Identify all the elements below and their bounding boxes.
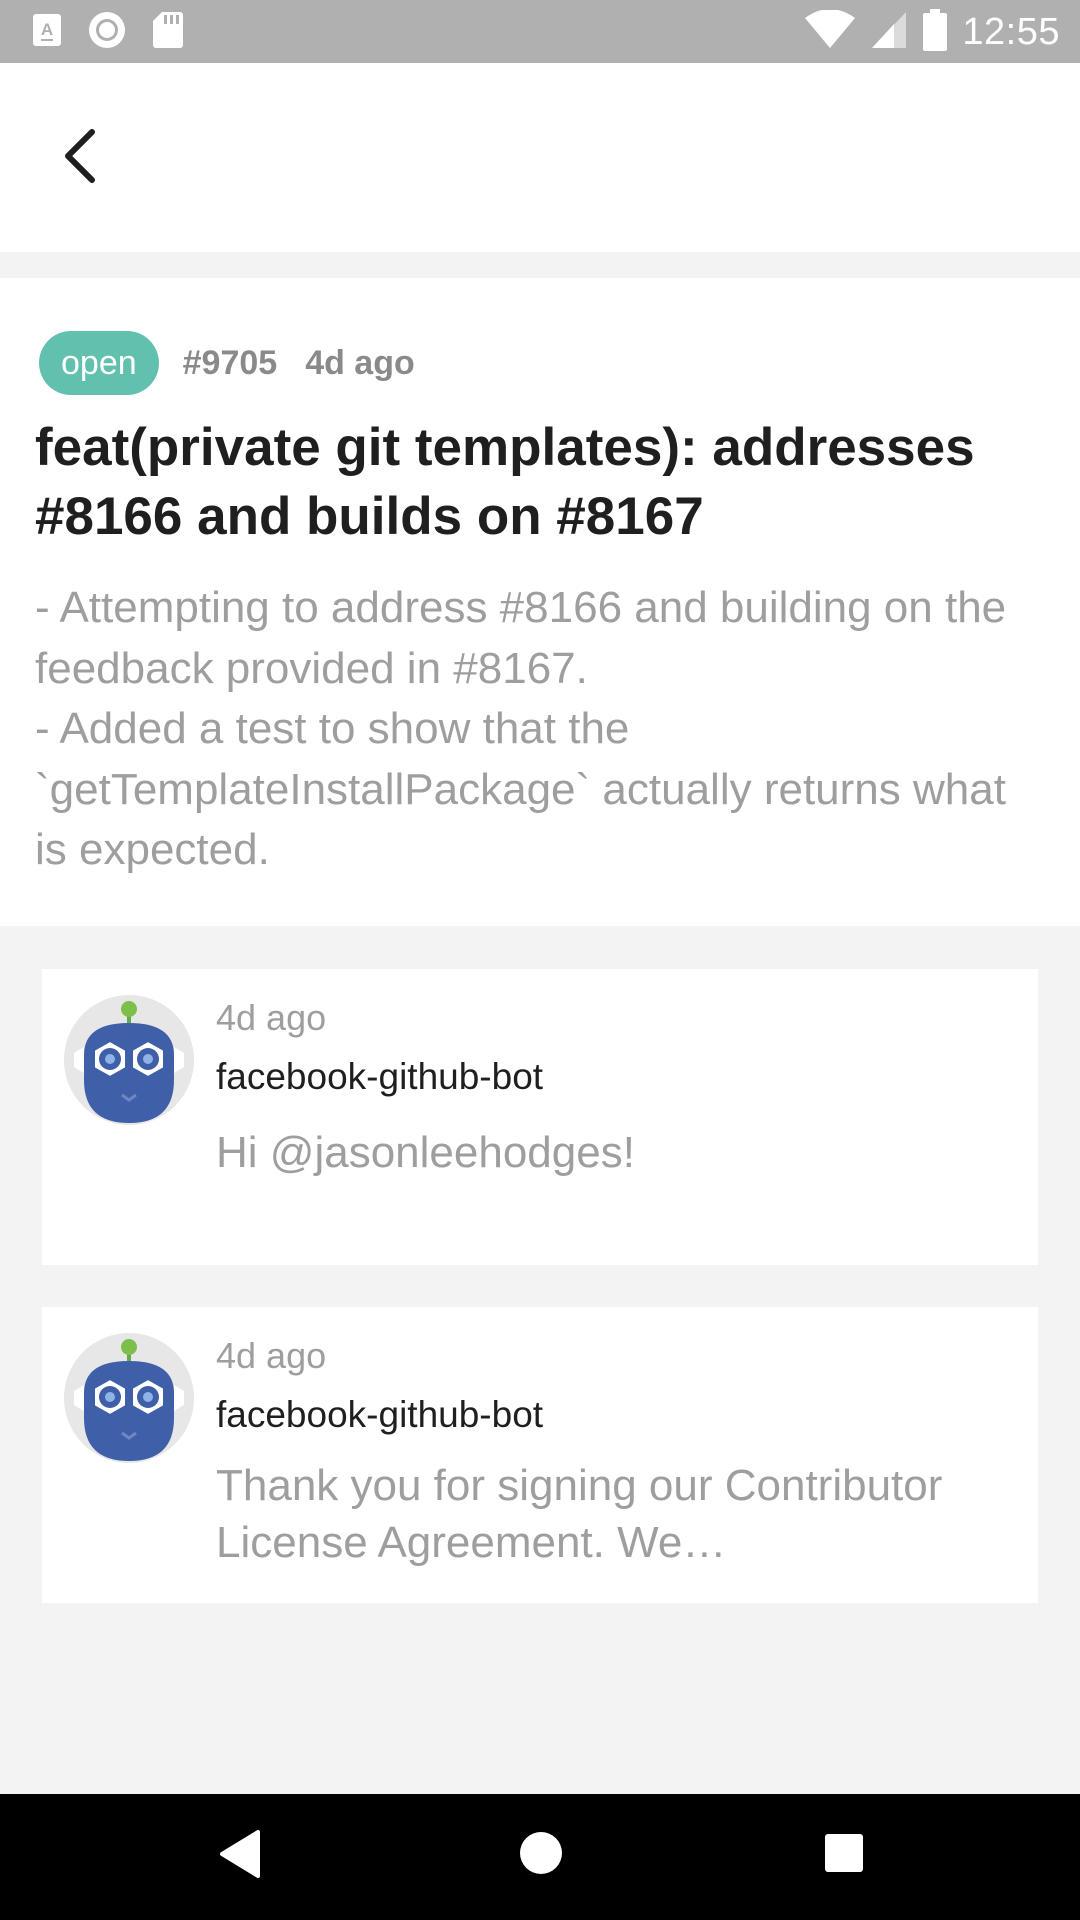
status-right-icons: 12:55 <box>804 8 1060 56</box>
bot-avatar-icon <box>64 1333 194 1463</box>
status-badge: open <box>39 331 159 395</box>
pr-title: feat(private git templates): addresses #… <box>35 418 975 546</box>
a-badge-icon: A <box>32 13 62 52</box>
avatar <box>64 995 194 1125</box>
comment-author[interactable]: facebook-github-bot <box>216 1056 543 1098</box>
battery-icon <box>922 8 948 57</box>
app-bar <box>0 63 1080 252</box>
status-time: 12:55 <box>962 10 1060 53</box>
circle-notification-icon <box>88 11 126 54</box>
nav-home-icon[interactable] <box>518 1830 564 1881</box>
comment-time: 4d ago <box>216 997 327 1038</box>
comment-text: Hi @jasonleehodges! <box>216 1128 635 1177</box>
pr-body: - Attempting to address #8166 and buildi… <box>35 583 1007 874</box>
chevron-left-icon <box>60 126 100 191</box>
status-bar: A 12:55 <box>0 0 1080 63</box>
comment-time: 4d ago <box>216 1335 327 1376</box>
pr-number: #9705 <box>182 343 278 382</box>
comment-author[interactable]: facebook-github-bot <box>216 1394 543 1436</box>
comment-text: Thank you for signing our Contributor Li… <box>216 1461 943 1567</box>
status-left-icons: A <box>32 11 184 54</box>
nav-back-icon[interactable] <box>216 1828 262 1885</box>
comment-card[interactable]: 4d ago facebook-github-bot Hi @jasonleeh… <box>42 969 1038 1265</box>
system-nav-bar <box>0 1794 1080 1920</box>
bot-avatar-icon <box>64 995 194 1125</box>
pull-request-details: open #9705 4d ago feat(private git templ… <box>0 278 1080 926</box>
cell-signal-icon <box>870 10 908 55</box>
nav-recents-icon[interactable] <box>823 1832 865 1879</box>
comment-card[interactable]: 4d ago facebook-github-bot Thank you for… <box>42 1307 1038 1603</box>
wifi-icon <box>804 8 856 55</box>
avatar <box>64 1333 194 1463</box>
pr-meta: open #9705 4d ago <box>39 331 415 395</box>
svg-text:A: A <box>41 20 53 39</box>
back-button[interactable] <box>40 113 120 203</box>
pr-time: 4d ago <box>305 343 415 382</box>
sd-card-icon <box>152 11 184 54</box>
